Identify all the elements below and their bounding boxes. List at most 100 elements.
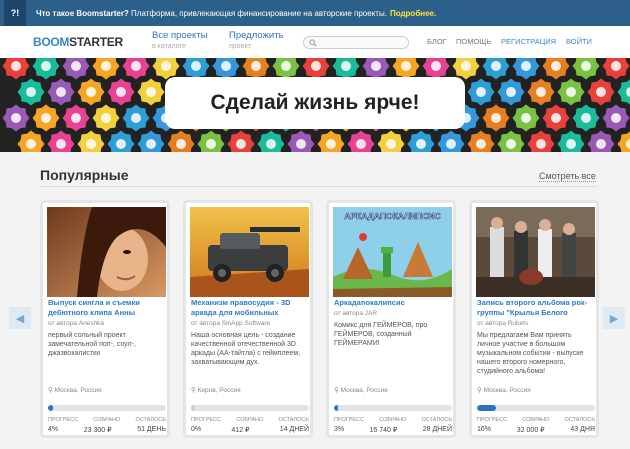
svg-text:АРКАДАПОКАЛИПСИС: АРКАДАПОКАЛИПСИС xyxy=(344,211,440,221)
info-bar: ?! Что такое Boomstarter? Платформа, при… xyxy=(0,0,630,32)
gear-icon xyxy=(497,130,525,152)
gear-icon xyxy=(617,131,630,152)
gear-icon xyxy=(617,79,630,105)
project-location: ⚲ Киров, Россия xyxy=(191,387,241,394)
gear-icon xyxy=(17,130,45,152)
nav-all-projects[interactable]: Все проекты в каталоге xyxy=(152,30,207,52)
progress-bar xyxy=(477,405,595,411)
gear-icon xyxy=(107,78,135,106)
gear-icon xyxy=(407,130,435,152)
gear-icon xyxy=(602,58,630,80)
stats-labels: ПРОГРЕСС СОБРАНО ОСТАЛОСЬ xyxy=(477,417,595,423)
help-icon: ?! xyxy=(4,0,26,32)
gear-icon xyxy=(2,104,30,132)
gear-icon xyxy=(572,104,600,132)
project-location: ⚲ Москва, Россия xyxy=(477,387,531,394)
hero-banner[interactable]: Сделай жизнь ярче! xyxy=(0,58,630,152)
progress-bar xyxy=(191,405,309,411)
gear-icon xyxy=(167,130,195,152)
project-title[interactable]: Выпуск сингла и съемки дебютного клипа А… xyxy=(48,298,166,317)
more-link[interactable]: Подробнее. xyxy=(390,9,436,18)
project-location: ⚲ Москва, Россия xyxy=(48,387,102,394)
divider xyxy=(40,186,598,187)
stats-values: 4% 23 300 ₽51 ДЕНЬ xyxy=(48,426,166,434)
banner-slogan: Сделай жизнь ярче! xyxy=(165,77,465,129)
gear-icon xyxy=(542,58,570,80)
project-author[interactable]: от автора Rubets xyxy=(477,320,528,327)
project-card[interactable]: Выпуск сингла и съемки дебютного клипа А… xyxy=(40,200,170,438)
prev-arrow-icon[interactable]: ◀ xyxy=(9,307,31,329)
next-arrow-icon[interactable]: ▶ xyxy=(603,307,625,329)
gear-icon xyxy=(437,130,465,152)
location-pin-icon: ⚲ xyxy=(191,387,196,394)
gear-icon xyxy=(17,78,45,106)
gear-icon xyxy=(347,130,375,152)
gear-icon xyxy=(467,78,495,106)
gear-icon xyxy=(2,58,30,80)
project-card[interactable]: АРКАДАПОКАЛИПСИС Аркадапокалипсис от авт… xyxy=(326,200,456,438)
gear-icon xyxy=(482,104,510,132)
nav-propose-project[interactable]: Предложить проект xyxy=(229,30,284,52)
project-title[interactable]: Запись второго альбома рок-группы "Крыль… xyxy=(477,298,595,317)
stats-labels: ПРОГРЕСС СОБРАНО ОСТАЛОСЬ xyxy=(191,417,309,423)
project-image[interactable] xyxy=(476,207,595,297)
gear-icon xyxy=(542,104,570,132)
stats-labels: ПРОГРЕСС СОБРАНО ОСТАЛОСЬ xyxy=(334,417,452,423)
project-title[interactable]: Механизм правосудия - 3D аркада для моби… xyxy=(191,298,309,317)
stats-values: 16% 32 000 ₽43 ДНЯ xyxy=(477,426,595,434)
gear-icon xyxy=(587,78,615,106)
nav-login[interactable]: ВОЙТИ xyxy=(566,37,592,46)
project-author[interactable]: от автора JAR xyxy=(334,310,377,317)
gear-icon xyxy=(77,130,105,152)
project-card[interactable]: Механизм правосудия - 3D аркада для моби… xyxy=(183,200,313,438)
gear-icon xyxy=(92,104,120,132)
gear-icon xyxy=(557,130,585,152)
project-author[interactable]: от автора SinApp Software xyxy=(191,320,270,327)
stats-labels: ПРОГРЕСС СОБРАНО ОСТАЛОСЬ xyxy=(48,417,166,423)
project-author[interactable]: от автора Aneshka xyxy=(48,320,104,327)
project-image[interactable] xyxy=(47,207,166,297)
gear-icon xyxy=(572,58,600,80)
gear-icon xyxy=(512,58,540,80)
nav-help[interactable]: ПОМОЩЬ xyxy=(456,37,491,46)
project-card[interactable]: Запись второго альбома рок-группы "Крыль… xyxy=(469,200,599,438)
gear-icon xyxy=(467,130,495,152)
gear-icon xyxy=(137,130,165,152)
search-input[interactable] xyxy=(303,36,409,49)
project-title[interactable]: Аркадапокалипсис xyxy=(334,298,452,308)
header: BOOMSTARTER Все проекты в каталоге Предло… xyxy=(0,26,630,58)
stats-values: 0% 412 ₽14 ДНЕЙ xyxy=(191,426,309,434)
gear-icon xyxy=(557,78,585,106)
gear-icon xyxy=(227,130,255,152)
gear-icon xyxy=(122,104,150,132)
logo[interactable]: BOOMSTARTER xyxy=(33,35,123,49)
project-description: Комикс для ГЕЙМЕРОВ, про ГЕЙМЕРОВ, созда… xyxy=(334,322,428,347)
gear-icon xyxy=(317,130,345,152)
gear-icon xyxy=(512,104,540,132)
gear-icon xyxy=(527,130,555,152)
location-pin-icon: ⚲ xyxy=(334,387,339,394)
project-image[interactable]: АРКАДАПОКАЛИПСИС xyxy=(333,207,452,297)
see-all-link[interactable]: Смотреть все xyxy=(539,171,596,182)
gear-icon xyxy=(107,130,135,152)
gear-icon xyxy=(377,130,405,152)
gear-icon xyxy=(47,130,75,152)
project-description: первый сольный проект замечательной поп-… xyxy=(48,332,136,357)
project-location: ⚲ Москва, Россия xyxy=(334,387,388,394)
gear-icon xyxy=(47,78,75,106)
nav-blog[interactable]: БЛОГ xyxy=(427,37,447,46)
gear-icon xyxy=(137,78,165,106)
gear-icon xyxy=(32,58,60,80)
gear-icon xyxy=(77,78,105,106)
gear-icon xyxy=(62,104,90,132)
nav-register[interactable]: РЕГИСТРАЦИЯ xyxy=(501,37,556,46)
gear-icon xyxy=(62,58,90,80)
location-pin-icon: ⚲ xyxy=(48,387,53,394)
project-description: Наша основная цель - создание качественн… xyxy=(191,332,301,366)
gear-icon xyxy=(92,58,120,80)
location-pin-icon: ⚲ xyxy=(477,387,482,394)
project-image[interactable] xyxy=(190,207,309,297)
section-title: Популярные xyxy=(40,167,129,183)
gear-icon xyxy=(32,104,60,132)
gear-icon xyxy=(257,130,285,152)
